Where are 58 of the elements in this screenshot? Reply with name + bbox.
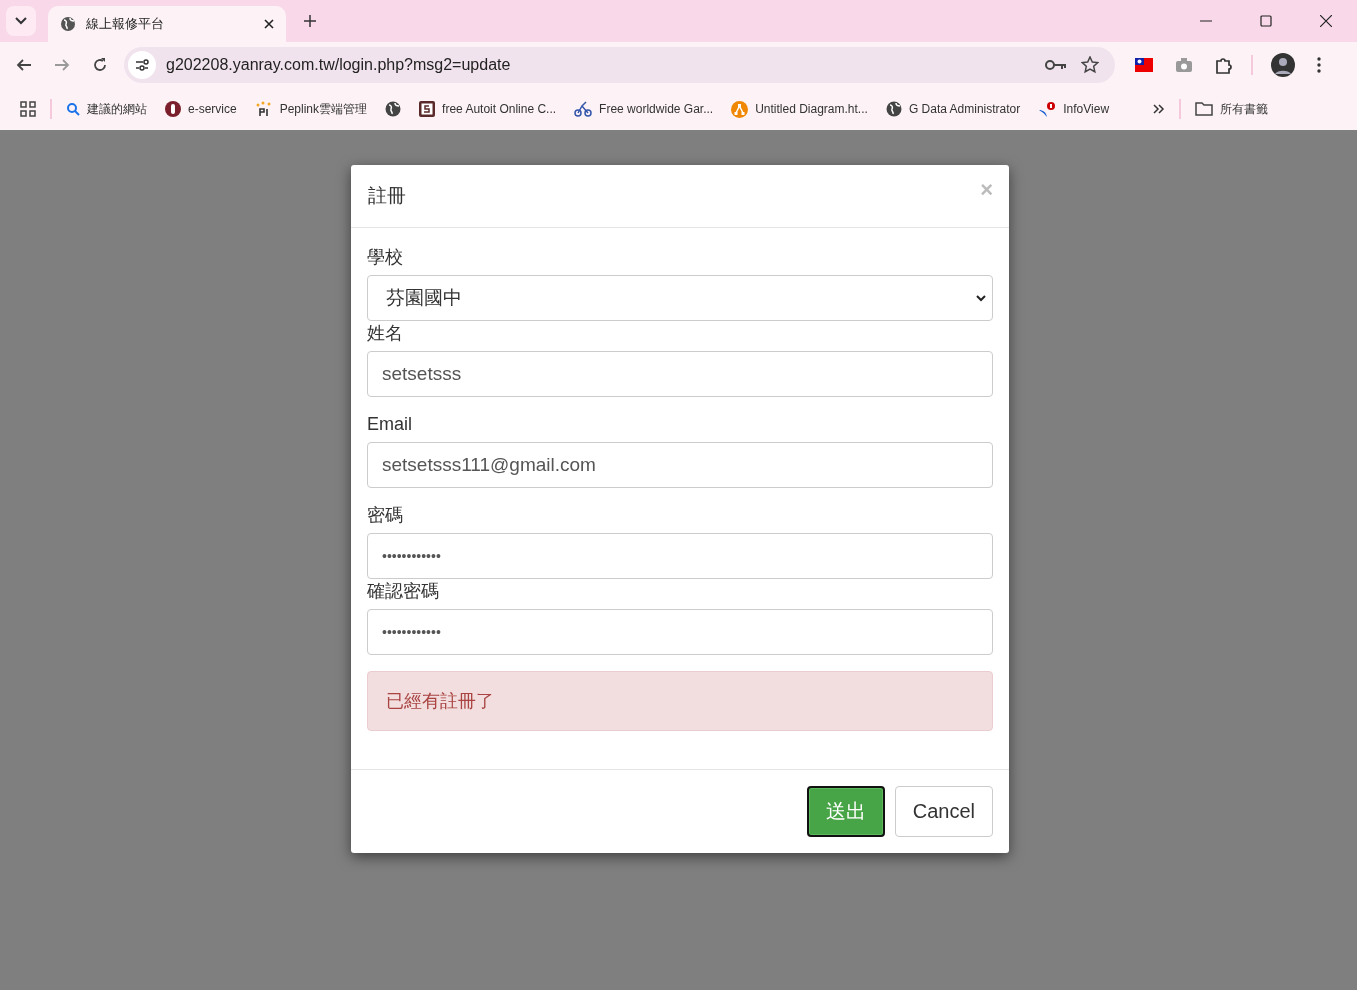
bookmark[interactable]: G Data Administrator [885, 101, 1021, 117]
swoosh-icon [1038, 100, 1057, 118]
address-bar[interactable]: g202208.yanray.com.tw/login.php?msg2=update [124, 47, 1115, 83]
chevron-down-icon [15, 17, 27, 25]
password-field[interactable]: •••••••••••• [367, 533, 993, 579]
field-label: 密碼 [367, 504, 403, 527]
browser-tab[interactable]: 線上報修平台 [48, 6, 286, 42]
globe-icon [60, 16, 76, 32]
chevron-down-icon [976, 294, 986, 302]
flag-icon[interactable] [1135, 58, 1153, 72]
apps-icon[interactable] [20, 101, 36, 117]
key-icon[interactable] [1045, 58, 1067, 72]
site-settings-icon[interactable] [128, 51, 156, 79]
close-icon[interactable] [1320, 15, 1332, 27]
bookmark[interactable]: e-service [165, 101, 237, 117]
figure-icon [165, 101, 181, 117]
bookmark-icon[interactable] [385, 101, 402, 117]
field-label: Email [367, 413, 412, 436]
avatar-icon[interactable] [1271, 53, 1295, 77]
bookmark[interactable]: InfoView [1038, 100, 1110, 118]
menu-icon[interactable] [1317, 57, 1321, 73]
tab-title: 線上報修平台 [86, 15, 165, 33]
bicycle-icon [574, 101, 593, 117]
more-bookmarks-icon[interactable] [1153, 104, 1166, 114]
field-label: 確認密碼 [367, 580, 439, 603]
camera-icon[interactable] [1175, 57, 1193, 73]
dots-icon [254, 101, 273, 117]
bookmark[interactable]: Free worldwide Gar... [574, 101, 714, 117]
close-icon[interactable] [264, 19, 274, 29]
field-label: 姓名 [367, 322, 403, 345]
star-icon[interactable] [1081, 56, 1099, 74]
field-label: 學校 [367, 246, 403, 269]
password-field[interactable]: •••••••••••• [367, 609, 993, 655]
error-alert: 已經有註冊了 [367, 671, 993, 731]
search-icon [66, 102, 80, 116]
diagram-icon [731, 100, 749, 118]
dialog-title: 註冊 [368, 184, 406, 208]
bookmark[interactable]: 建議的網站 [66, 100, 147, 118]
input-field[interactable]: setsetsss [367, 351, 993, 397]
back-icon[interactable] [16, 57, 32, 73]
tab-search-button[interactable] [6, 6, 36, 36]
cancel-button[interactable]: Cancel [894, 786, 993, 837]
school-select[interactable]: 芬園國中 [367, 275, 993, 321]
globe-icon [885, 101, 902, 117]
url-text: g202208.yanray.com.tw/login.php?msg2=update [166, 56, 512, 74]
all-bookmarks-button[interactable]: 所有書籤 [1195, 100, 1269, 118]
bookmark[interactable]: free Autoit Online C... [419, 101, 557, 117]
folder-icon [1195, 102, 1214, 116]
forward-icon[interactable] [54, 57, 70, 73]
input-field[interactable]: setsetsss111@gmail.com [367, 442, 993, 488]
new-tab-icon[interactable] [304, 15, 316, 27]
bookmark[interactable]: Peplink雲端管理 [254, 100, 368, 118]
bookmark[interactable]: Untitled Diagram.ht... [731, 100, 868, 118]
puzzle-icon[interactable] [1215, 56, 1233, 74]
maximize-icon[interactable] [1260, 15, 1272, 27]
globe-icon [385, 101, 402, 117]
script-icon [419, 101, 436, 117]
reload-icon[interactable] [92, 57, 108, 73]
